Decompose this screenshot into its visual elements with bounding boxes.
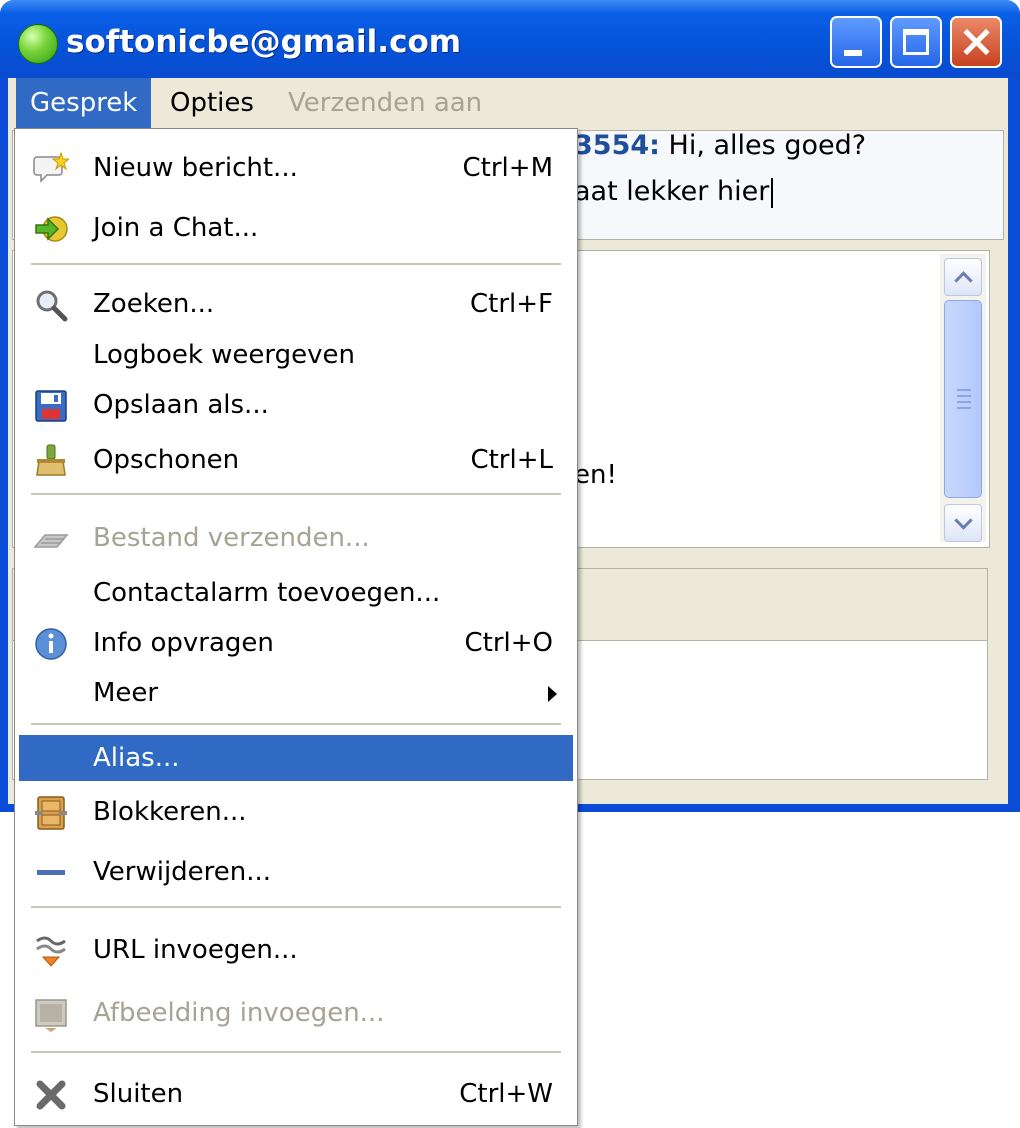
menu-item-label: Alias... <box>93 743 180 773</box>
chat-message: 3554: Hi, alles goed? <box>574 130 866 161</box>
menu-opties[interactable]: Opties <box>156 78 268 128</box>
menu-item-url-invoegen[interactable]: URL invoegen... <box>19 927 573 973</box>
scroll-up-button[interactable] <box>944 258 982 296</box>
menu-separator <box>31 263 561 266</box>
menu-item-label: Join a Chat... <box>93 213 259 243</box>
menu-item-logboek-weergeven[interactable]: Logboek weergeven <box>19 332 573 378</box>
close-icon <box>36 1080 66 1110</box>
online-status-icon <box>18 24 58 64</box>
menu-item-label: Verwijderen... <box>93 857 272 887</box>
menu-item-meer[interactable]: Meer <box>19 670 573 716</box>
new-message-icon <box>33 151 69 183</box>
menu-item-shortcut: Ctrl+O <box>464 628 553 658</box>
scroll-thumb[interactable] <box>944 300 982 498</box>
minimize-button[interactable] <box>830 16 882 68</box>
menu-item-verwijderen[interactable]: Verwijderen... <box>19 849 573 895</box>
menu-item-join-chat[interactable]: Join a Chat... <box>19 205 573 251</box>
menu-item-alias[interactable]: Alias... <box>19 735 573 781</box>
menu-item-blokkeren[interactable]: Blokkeren... <box>19 789 573 835</box>
send-file-icon <box>33 534 69 548</box>
clear-icon <box>36 444 66 476</box>
chevron-up-icon <box>954 271 973 290</box>
maximize-button[interactable] <box>890 16 942 68</box>
info-icon <box>35 628 67 660</box>
menu-item-bestand-verzenden[interactable]: Bestand verzenden... <box>19 515 573 561</box>
menu-item-zoeken[interactable]: Zoeken... Ctrl+F <box>19 281 573 327</box>
menu-item-shortcut: Ctrl+M <box>462 153 553 183</box>
menu-item-label: URL invoegen... <box>93 935 298 965</box>
menu-item-sluiten[interactable]: Sluiten Ctrl+W <box>19 1071 573 1117</box>
menu-item-contactalarm[interactable]: Contactalarm toevoegen... <box>19 570 573 616</box>
menu-item-shortcut: Ctrl+W <box>459 1079 553 1109</box>
menu-item-info-opvragen[interactable]: Info opvragen Ctrl+O <box>19 620 573 666</box>
close-window-button[interactable] <box>950 16 1002 68</box>
message-sender: 3554: <box>574 130 660 161</box>
menu-item-opschonen[interactable]: Opschonen Ctrl+L <box>19 437 573 483</box>
search-icon <box>36 290 68 322</box>
scroll-down-button[interactable] <box>944 504 982 542</box>
menu-item-label: Sluiten <box>93 1079 184 1109</box>
menu-item-label: Contactalarm toevoegen... <box>93 578 441 608</box>
menu-item-opslaan-als[interactable]: Opslaan als... <box>19 382 573 428</box>
submenu-arrow-icon <box>548 686 557 702</box>
menu-item-label: Meer <box>93 678 159 708</box>
menu-item-label: Logboek weergeven <box>93 340 356 370</box>
join-chat-icon <box>35 216 68 242</box>
menu-item-shortcut: Ctrl+F <box>469 289 553 319</box>
menu-item-nieuw-bericht[interactable]: Nieuw bericht... Ctrl+M <box>19 145 573 191</box>
menu-separator <box>31 493 561 496</box>
maximize-icon <box>903 29 929 55</box>
menu-item-afbeelding-invoegen[interactable]: Afbeelding invoegen... <box>19 990 573 1036</box>
window-title: softonicbe@gmail.com <box>66 24 462 60</box>
menu-separator <box>31 723 561 726</box>
menu-item-label: Blokkeren... <box>93 797 247 827</box>
chat-message-partial: aat lekker hier <box>574 176 773 208</box>
minimize-icon <box>844 50 862 56</box>
menu-gesprek[interactable]: Gesprek <box>16 78 152 128</box>
block-icon <box>35 796 67 830</box>
menu-item-label: Nieuw bericht... <box>93 153 298 183</box>
insert-link-icon <box>36 936 66 967</box>
menu-item-label: Bestand verzenden... <box>93 523 370 553</box>
save-icon <box>35 390 67 422</box>
menu-separator <box>31 1051 561 1054</box>
menu-verzenden-aan[interactable]: Verzenden aan <box>274 78 496 128</box>
menu-item-shortcut: Ctrl+L <box>470 445 553 475</box>
menu-item-label: Opschonen <box>93 445 240 475</box>
remove-icon <box>37 870 65 875</box>
menu-item-label: Zoeken... <box>93 289 215 319</box>
toolbar-label: en! <box>574 460 617 490</box>
menu-item-label: Opslaan als... <box>93 390 269 420</box>
menu-item-label: Afbeelding invoegen... <box>93 998 385 1028</box>
message-text: Hi, alles goed? <box>659 130 867 161</box>
title-bar[interactable]: softonicbe@gmail.com <box>0 0 1020 78</box>
menu-separator <box>31 906 561 909</box>
history-scrollbar[interactable] <box>940 254 986 542</box>
menu-item-label: Info opvragen <box>93 628 274 658</box>
gesprek-dropdown-menu: Nieuw bericht... Ctrl+M Join a Chat... Z… <box>14 128 578 1126</box>
menu-bar: Gesprek Opties Verzenden aan <box>8 78 1008 128</box>
chevron-down-icon <box>954 511 973 530</box>
insert-image-icon <box>35 999 67 1032</box>
